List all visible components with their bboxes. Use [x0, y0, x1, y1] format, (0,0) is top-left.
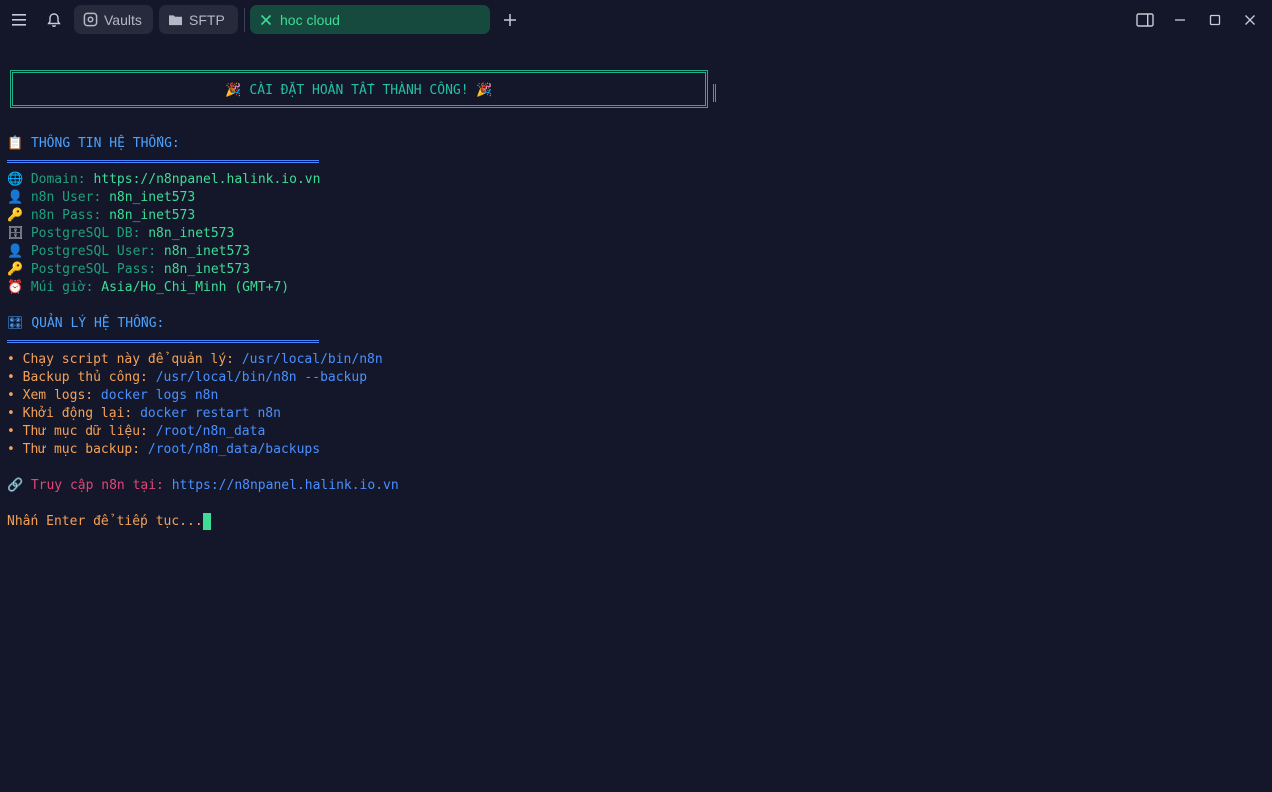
tab-sftp[interactable]: SFTP — [159, 5, 238, 34]
system-info-heading: 📋 THÔNG TIN HỆ THỐNG: — [7, 136, 180, 151]
banner-edge — [713, 84, 716, 102]
access-line: 🔗 Truy cập n8n tại: https://n8npanel.hal… — [7, 478, 399, 493]
mgmt-row-script: • Chạy script này để quản lý: /usr/local… — [7, 352, 383, 367]
close-window-icon[interactable] — [1238, 8, 1262, 32]
vault-icon — [82, 12, 98, 28]
key-icon: 🔑 — [7, 208, 24, 223]
tab-label: Vaults — [104, 11, 142, 28]
maximize-icon[interactable] — [1203, 8, 1227, 32]
mgmt-row-backup: • Backup thủ công: /usr/local/bin/n8n --… — [7, 370, 368, 385]
menu-icon[interactable] — [7, 8, 31, 32]
close-icon[interactable] — [258, 12, 274, 28]
terminal-output[interactable]: 🎉 CÀI ĐẶT HOÀN TẤT THÀNH CÔNG! 🎉 📋 THÔNG… — [7, 40, 1267, 792]
user-icon: 👤 — [7, 190, 24, 205]
sidebar-toggle-icon[interactable] — [1133, 8, 1157, 32]
tab-label: hoc cloud — [280, 11, 340, 28]
management-heading: 🎛 QUẢN LÝ HỆ THỐNG: — [7, 316, 165, 331]
success-banner-text: 🎉 CÀI ĐẶT HOÀN TẤT THÀNH CÔNG! 🎉 — [225, 83, 493, 98]
globe-icon: 🌐 — [7, 172, 24, 187]
info-row-postgres-user: 👤 PostgreSQL User: n8n_inet573 — [7, 244, 250, 259]
user-icon: 👤 — [7, 244, 24, 259]
info-row-postgres-pass: 🔑 PostgreSQL Pass: n8n_inet573 — [7, 262, 250, 277]
tab-hoc-cloud[interactable]: hoc cloud — [250, 5, 490, 34]
mgmt-row-logs: • Xem logs: docker logs n8n — [7, 388, 219, 403]
new-tab-plus-icon[interactable] — [498, 8, 522, 32]
terminal-cursor — [202, 513, 211, 530]
database-icon: 🗄 — [7, 226, 24, 241]
info-row-timezone: ⏰ Múi giờ: Asia/Ho_Chi_Minh (GMT+7) — [7, 280, 290, 295]
tab-vaults[interactable]: Vaults — [74, 5, 153, 34]
tab-label: SFTP — [189, 11, 225, 28]
mgmt-row-data-dir: • Thư mục dữ liệu: /root/n8n_data — [7, 424, 266, 439]
section-rule — [7, 160, 319, 163]
info-row-domain: 🌐 Domain: https://n8npanel.halink.io.vn — [7, 172, 321, 187]
access-url-link[interactable]: https://n8npanel.halink.io.vn — [172, 478, 399, 493]
mgmt-row-restart: • Khởi động lại: docker restart n8n — [7, 406, 281, 421]
link-icon: 🔗 — [7, 478, 24, 493]
title-bar: Vaults SFTP hoc cloud — [0, 0, 1272, 40]
alarm-clock-icon: ⏰ — [7, 280, 24, 295]
bell-icon[interactable] — [42, 8, 66, 32]
key-icon: 🔑 — [7, 262, 24, 277]
info-row-n8n-pass: 🔑 n8n Pass: n8n_inet573 — [7, 208, 196, 223]
prompt-line[interactable]: Nhấn Enter để tiếp tục... — [7, 513, 211, 531]
tab-divider — [244, 8, 245, 32]
folder-icon — [167, 12, 183, 28]
info-row-postgres-db: 🗄 PostgreSQL DB: n8n_inet573 — [7, 226, 235, 241]
minimize-icon[interactable] — [1168, 8, 1192, 32]
info-row-n8n-user: 👤 n8n User: n8n_inet573 — [7, 190, 196, 205]
section-rule — [7, 340, 319, 343]
mgmt-row-backup-dir: • Thư mục backup: /root/n8n_data/backups — [7, 442, 321, 457]
